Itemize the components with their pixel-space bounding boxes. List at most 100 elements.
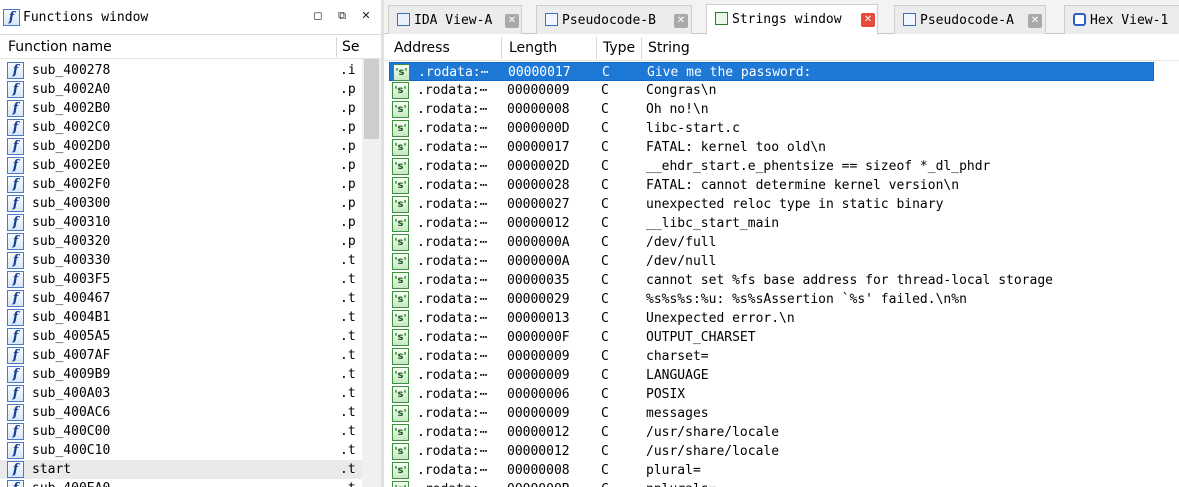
function-row[interactable]: f sub_400AC6 .t [0, 403, 362, 422]
column-type[interactable]: Type [603, 40, 635, 56]
functions-window-titlebar[interactable]: f Functions window ◻ ⧉ ✕ [0, 0, 381, 35]
string-row[interactable]: 's' .rodata:⋯ 00000012 C/usr/share/locale [389, 423, 1179, 442]
function-row[interactable]: f sub_4002B0 .p [0, 99, 362, 118]
column-length[interactable]: Length [509, 40, 557, 56]
function-name: sub_4009B9 [32, 367, 111, 382]
tab-ida-view-a[interactable]: IDA View-A ✕ [388, 5, 522, 34]
string-row[interactable]: 's' .rodata:⋯ 0000000A C/dev/null [389, 252, 1179, 271]
function-row[interactable]: f sub_400C00 .t [0, 422, 362, 441]
string-address: .rodata:⋯ [417, 482, 487, 487]
function-row[interactable]: f sub_4004B1 .t [0, 308, 362, 327]
tab-close-icon[interactable]: ✕ [505, 14, 519, 28]
string-value: POSIX [646, 387, 686, 402]
function-row[interactable]: f sub_400C10 .t [0, 441, 362, 460]
function-icon: f [7, 423, 24, 440]
string-row[interactable]: 's' .rodata:⋯ 00000017 C FATAL: kernel too o… [389, 138, 1179, 157]
string-type: C [601, 159, 609, 174]
string-row[interactable]: 's' .rodata:⋯ 0000000B Cnplurals= [389, 480, 1179, 487]
column-divider[interactable] [336, 37, 337, 57]
tab-pseudocode-b[interactable]: Pseudocode-B ✕ [536, 5, 692, 34]
function-name: sub_4007AF [32, 348, 111, 363]
function-name: sub_400C00 [32, 424, 111, 439]
string-row[interactable]: 's' .rodata:⋯ 00000029 C %s%s%s:%u: %s%sAsse… [389, 290, 1179, 309]
function-segment: .t [340, 348, 356, 363]
function-segment: .t [340, 367, 356, 382]
string-address: .rodata:⋯ [417, 444, 488, 459]
functions-scrollbar[interactable] [362, 59, 381, 487]
column-segment[interactable]: Se [342, 39, 360, 55]
string-address: .rodata:⋯ [417, 330, 488, 345]
string-row[interactable]: 's' .rodata:⋯ 0000000A C/dev/full [389, 233, 1179, 252]
function-icon: f [7, 62, 24, 79]
function-name: sub_400310 [32, 215, 111, 230]
string-row[interactable]: 's' .rodata:⋯ 00000013 C Unexpected error.\n [389, 309, 1179, 328]
string-icon: 's' [392, 82, 409, 99]
string-row[interactable]: 's' .rodata:⋯ 00000012 C/usr/share/locale [389, 442, 1179, 461]
function-row[interactable]: f sub_4002F0 .p [0, 175, 362, 194]
string-value: Give me the password: [647, 65, 812, 80]
function-row[interactable]: f sub_400330 .t [0, 251, 362, 270]
tab-pseudocode-a[interactable]: Pseudocode-A ✕ [894, 5, 1046, 34]
string-row[interactable]: 's' .rodata:⋯ 0000000D Clibc-start.c [389, 119, 1179, 138]
function-row[interactable]: f sub_400278 .i [0, 61, 362, 80]
column-divider[interactable] [596, 37, 597, 59]
string-type: C [601, 311, 609, 326]
string-address: .rodata:⋯ [417, 159, 488, 174]
function-list: f sub_400278 .i f sub_4002A0 .p f sub_4002B0 .p f… [0, 61, 362, 487]
column-function-name[interactable]: Function name [8, 39, 112, 55]
function-segment: .p [340, 101, 356, 116]
function-row[interactable]: f sub_4002A0 .p [0, 80, 362, 99]
function-icon: f [7, 81, 24, 98]
column-divider[interactable] [501, 37, 502, 59]
string-row[interactable]: 's' .rodata:⋯ 00000012 C __libc_start_main [389, 214, 1179, 233]
string-row[interactable]: 's' .rodata:⋯ 00000017 C Give me the passwor… [389, 62, 1154, 81]
tab-hex-view-1[interactable]: Hex View-1 [1064, 5, 1179, 34]
column-string[interactable]: String [648, 40, 690, 56]
string-type: C [602, 65, 610, 80]
string-row[interactable]: 's' .rodata:⋯ 0000000F C OUTPUT_CHARSET [389, 328, 1179, 347]
function-row[interactable]: f sub_400300 .p [0, 194, 362, 213]
scrollbar-thumb[interactable] [364, 59, 379, 139]
function-row[interactable]: f sub_4002E0 .p [0, 156, 362, 175]
function-row[interactable]: f sub_400467 .t [0, 289, 362, 308]
function-row[interactable]: f sub_4002D0 .p [0, 137, 362, 156]
string-type: C [601, 444, 609, 459]
function-row[interactable]: f sub_4003F5 .t [0, 270, 362, 289]
string-row[interactable]: 's' .rodata:⋯ 00000035 Ccannot set %fs base… [389, 271, 1179, 290]
float-icon[interactable]: ⧉ [334, 8, 350, 24]
string-row[interactable]: 's' .rodata:⋯ 00000008 C Oh no!\n [389, 100, 1179, 119]
string-row[interactable]: 's' .rodata:⋯ 00000006 C POSIX [389, 385, 1179, 404]
string-row[interactable]: 's' .rodata:⋯ 00000008 Cplural= [389, 461, 1179, 480]
function-row[interactable]: f sub_400A03 .t [0, 384, 362, 403]
function-row[interactable]: f sub_4009B9 .t [0, 365, 362, 384]
string-row[interactable]: 's' .rodata:⋯ 00000009 Ccharset= [389, 347, 1179, 366]
string-row[interactable]: 's' .rodata:⋯ 00000009 C Congras\n [389, 81, 1179, 100]
string-type: C [601, 254, 609, 269]
function-name: sub_4002D0 [32, 139, 111, 154]
function-row[interactable]: f sub_4007AF .t [0, 346, 362, 365]
function-segment: .t [340, 253, 356, 268]
string-row[interactable]: 's' .rodata:⋯ 0000002D C __ehdr_start.e_phen… [389, 157, 1179, 176]
string-value: /dev/full [646, 235, 717, 250]
function-row[interactable]: f sub_4002C0 .p [0, 118, 362, 137]
tab-close-icon[interactable]: ✕ [861, 13, 875, 27]
restore-icon[interactable]: ◻ [310, 8, 326, 24]
string-type: C [601, 121, 609, 136]
function-icon: f [7, 328, 24, 345]
function-row[interactable]: f sub_400EA0 .t [0, 479, 362, 487]
function-row[interactable]: f sub_400310 .p [0, 213, 362, 232]
close-icon[interactable]: ✕ [358, 8, 374, 24]
tab-strings-window[interactable]: Strings window ✕ [706, 4, 878, 35]
string-row[interactable]: 's' .rodata:⋯ 00000009 Cmessages [389, 404, 1179, 423]
function-row[interactable]: f start .t [0, 460, 362, 479]
column-divider[interactable] [641, 37, 642, 59]
string-row[interactable]: 's' .rodata:⋯ 00000028 C FATAL: cannot deter… [389, 176, 1179, 195]
string-row[interactable]: 's' .rodata:⋯ 00000009 C LANGUAGE [389, 366, 1179, 385]
string-row[interactable]: 's' .rodata:⋯ 00000027 Cunexpected reloc ty… [389, 195, 1179, 214]
function-row[interactable]: f sub_4005A5 .t [0, 327, 362, 346]
tab-close-icon[interactable]: ✕ [1028, 14, 1042, 28]
tab-close-icon[interactable]: ✕ [674, 14, 688, 28]
function-row[interactable]: f sub_400320 .p [0, 232, 362, 251]
column-address[interactable]: Address [394, 40, 450, 56]
string-value: /usr/share/locale [646, 425, 780, 440]
